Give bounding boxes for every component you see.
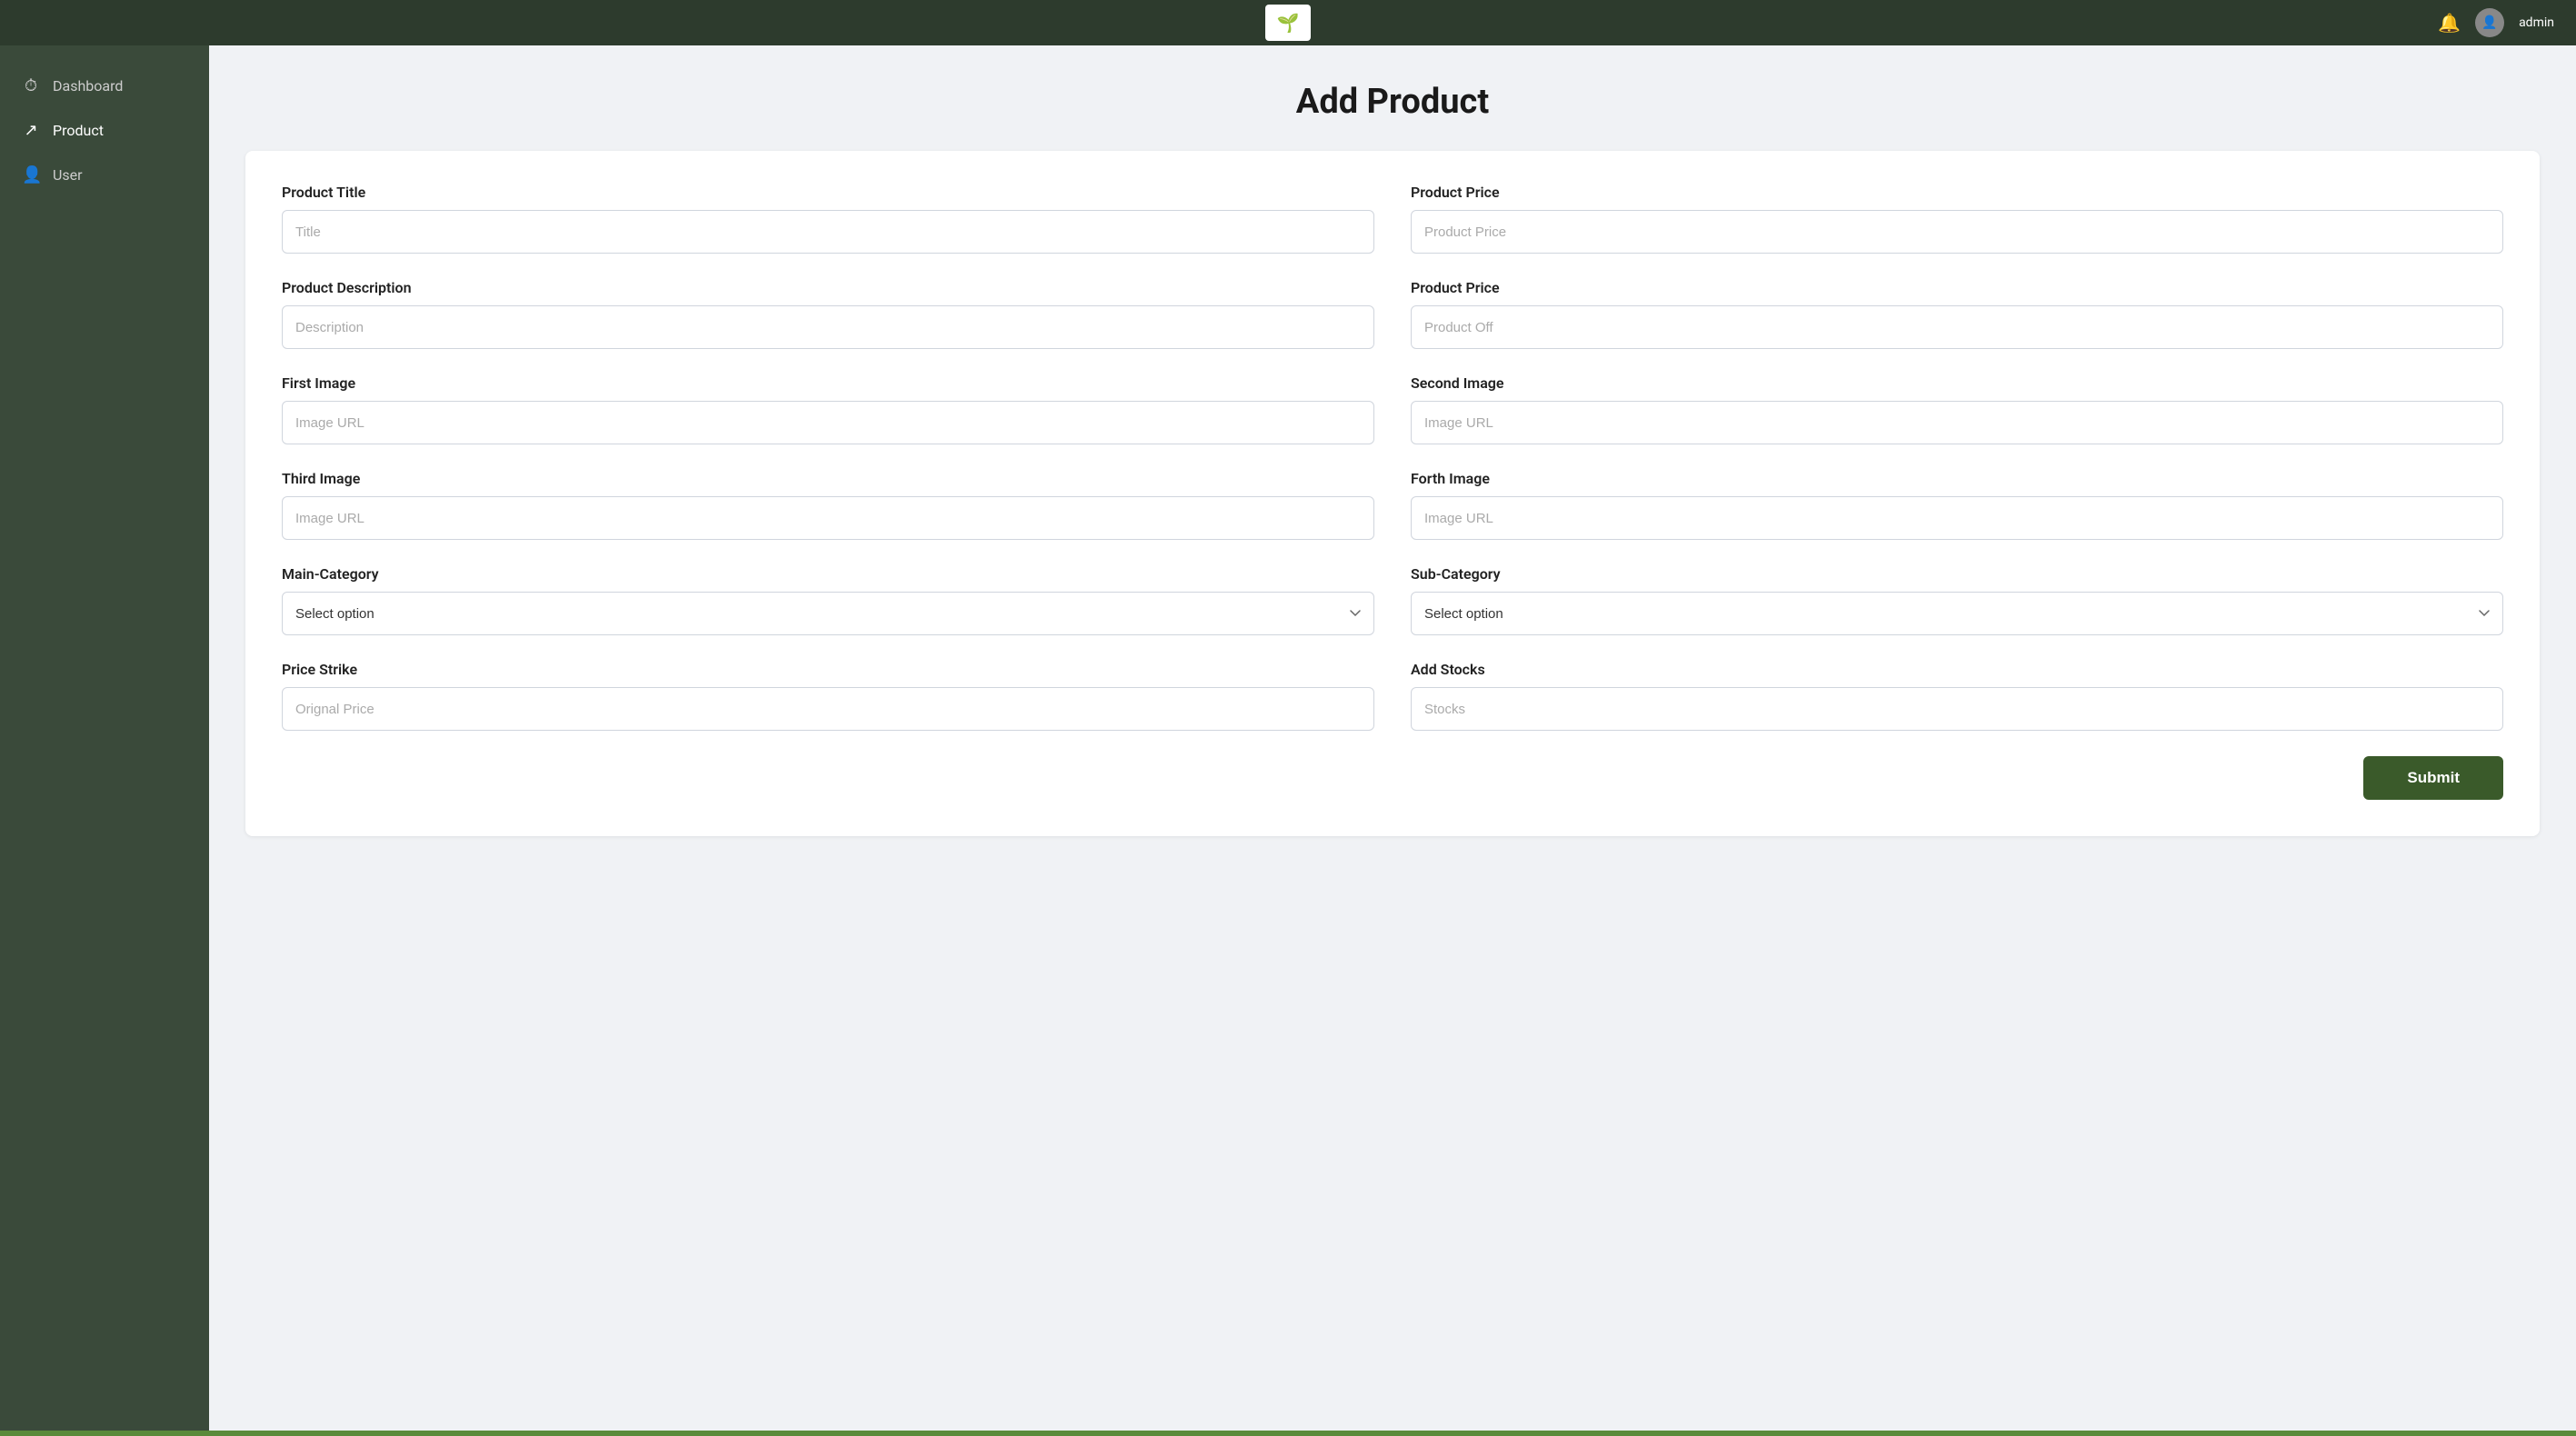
form-row-1: Product Title Product Price [282, 184, 2503, 254]
sub-category-select[interactable]: Select option [1411, 592, 2503, 635]
form-row-4: Third Image Forth Image [282, 470, 2503, 540]
form-group-add-stocks: Add Stocks [1411, 661, 2503, 731]
form-card: Product Title Product Price Product Desc… [245, 151, 2540, 836]
form-row-6: Price Strike Add Stocks [282, 661, 2503, 731]
form-group-product-description: Product Description [282, 279, 1374, 349]
form-row-2: Product Description Product Price [282, 279, 2503, 349]
form-group-forth-image: Forth Image [1411, 470, 2503, 540]
product-title-input[interactable] [282, 210, 1374, 254]
main-category-label: Main-Category [282, 565, 1374, 583]
product-price-label: Product Price [1411, 184, 2503, 201]
form-group-price-strike: Price Strike [282, 661, 1374, 731]
first-image-label: First Image [282, 374, 1374, 392]
user-icon: 👤 [22, 165, 40, 184]
navbar-logo: 🌱 [1265, 5, 1311, 41]
submit-button[interactable]: Submit [2363, 756, 2503, 800]
sidebar-item-label-dashboard: Dashboard [53, 77, 123, 95]
forth-image-label: Forth Image [1411, 470, 2503, 487]
main-category-select[interactable]: Select option [282, 592, 1374, 635]
sidebar-item-dashboard[interactable]: ⏱ Dashboard [0, 64, 209, 108]
form-group-second-image: Second Image [1411, 374, 2503, 444]
bottom-bar [0, 1431, 2576, 1436]
main-content: Add Product Product Title Product Price … [209, 45, 2576, 1436]
avatar: 👤 [2475, 8, 2504, 37]
page-title: Add Product [245, 82, 2540, 122]
add-stocks-input[interactable] [1411, 687, 2503, 731]
form-group-product-price: Product Price [1411, 184, 2503, 254]
navbar: 🌱 🔔 👤 admin [0, 0, 2576, 45]
form-group-third-image: Third Image [282, 470, 1374, 540]
sidebar-item-user[interactable]: 👤 User [0, 153, 209, 197]
layout: ⏱ Dashboard ↗ Product 👤 User Add Product… [0, 45, 2576, 1436]
avatar-icon: 👤 [2481, 15, 2497, 30]
product-title-label: Product Title [282, 184, 1374, 201]
second-image-label: Second Image [1411, 374, 2503, 392]
sidebar-item-label-user: User [53, 166, 83, 184]
username-label: admin [2519, 15, 2554, 30]
sidebar-item-product[interactable]: ↗ Product [0, 108, 209, 153]
navbar-right: 🔔 👤 admin [2438, 8, 2554, 37]
second-image-input[interactable] [1411, 401, 2503, 444]
form-group-first-image: First Image [282, 374, 1374, 444]
product-description-input[interactable] [282, 305, 1374, 349]
submit-row: Submit [282, 756, 2503, 800]
product-description-label: Product Description [282, 279, 1374, 296]
form-group-product-off: Product Price [1411, 279, 2503, 349]
dashboard-icon: ⏱ [22, 76, 40, 95]
add-stocks-label: Add Stocks [1411, 661, 2503, 678]
sub-category-label: Sub-Category [1411, 565, 2503, 583]
product-icon: ↗ [22, 121, 40, 140]
price-strike-label: Price Strike [282, 661, 1374, 678]
bell-icon[interactable]: 🔔 [2438, 12, 2461, 34]
form-row-3: First Image Second Image [282, 374, 2503, 444]
form-group-product-title: Product Title [282, 184, 1374, 254]
forth-image-input[interactable] [1411, 496, 2503, 540]
price-strike-input[interactable] [282, 687, 1374, 731]
third-image-label: Third Image [282, 470, 1374, 487]
third-image-input[interactable] [282, 496, 1374, 540]
product-off-input[interactable] [1411, 305, 2503, 349]
first-image-input[interactable] [282, 401, 1374, 444]
product-off-label: Product Price [1411, 279, 2503, 296]
form-group-main-category: Main-Category Select option [282, 565, 1374, 635]
form-group-sub-category: Sub-Category Select option [1411, 565, 2503, 635]
logo-icon: 🌱 [1277, 12, 1300, 34]
sidebar: ⏱ Dashboard ↗ Product 👤 User [0, 45, 209, 1436]
form-row-5: Main-Category Select option Sub-Category… [282, 565, 2503, 635]
sidebar-item-label-product: Product [53, 122, 104, 139]
product-price-input[interactable] [1411, 210, 2503, 254]
